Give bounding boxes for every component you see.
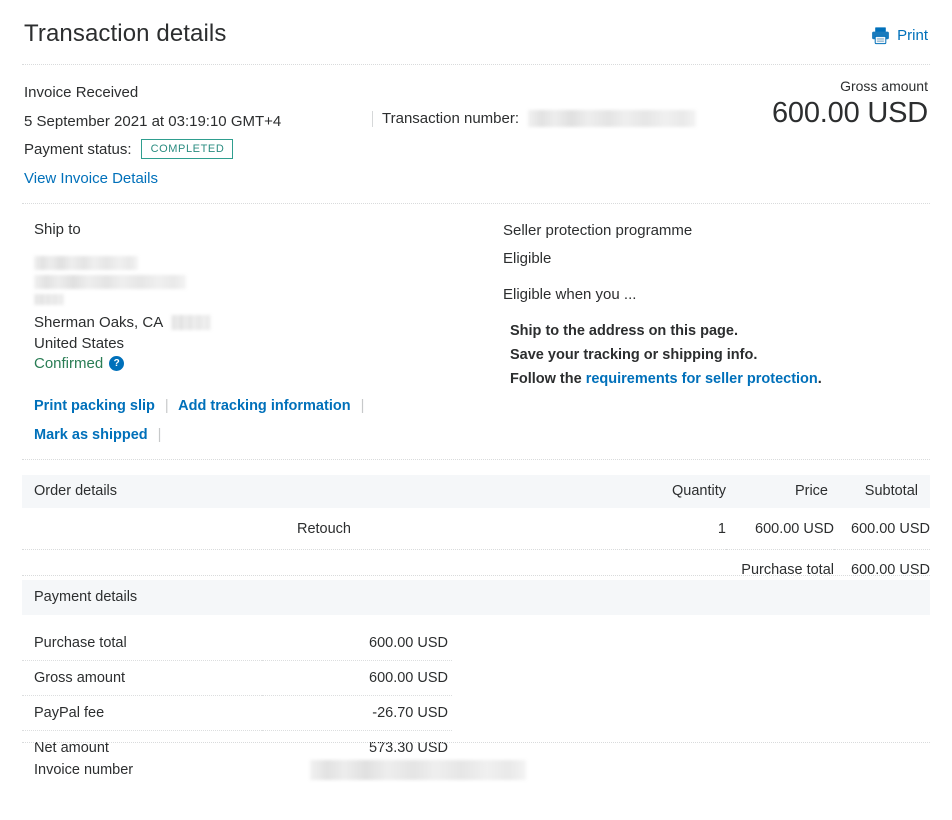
table-row: PayPal fee -26.70 USD [22, 696, 452, 731]
payment-row-label: Purchase total [22, 621, 262, 661]
shipping-actions-row-2: Mark as shipped | [34, 421, 464, 450]
view-invoice-details-link[interactable]: View Invoice Details [24, 170, 158, 187]
divider-columns [22, 459, 930, 460]
street-address-redacted [34, 275, 186, 289]
transaction-details-page: Transaction details Print Invoice Receiv… [0, 0, 952, 820]
column-header-price: Price [726, 475, 834, 508]
invoice-number-section: Invoice number [34, 760, 930, 780]
address-confirmed-row: Confirmed ? [34, 355, 464, 372]
requirement-prefix: Follow the [510, 371, 586, 387]
payment-row-value: 600.00 USD [262, 621, 452, 661]
invoice-number-label: Invoice number [34, 762, 133, 778]
page-title: Transaction details [24, 20, 226, 48]
recipient-name-redacted [34, 256, 138, 270]
address-city-state: Sherman Oaks, CA [34, 312, 163, 333]
order-item-name: Retouch [22, 508, 626, 550]
action-separator: | [152, 427, 168, 443]
summary-section: Invoice Received 5 September 2021 at 03:… [0, 64, 952, 198]
details-columns: Ship to Sherman Oaks, CA United States C… [0, 207, 952, 459]
printer-icon [871, 26, 890, 45]
order-details-section: Order details Quantity Price Subtotal Re… [22, 475, 930, 589]
question-mark-icon[interactable]: ? [109, 356, 124, 371]
payment-status-row: Payment status: COMPLETED [24, 139, 928, 159]
payment-row-label: PayPal fee [22, 696, 262, 731]
column-header-subtotal: Subtotal [834, 475, 930, 508]
shipping-actions: Print packing slip | Add tracking inform… [34, 392, 464, 450]
page-header: Transaction details Print [0, 0, 952, 65]
table-header-row: Order details Quantity Price Subtotal [22, 475, 930, 508]
action-separator: | [159, 398, 175, 414]
print-packing-slip-link[interactable]: Print packing slip [34, 398, 155, 414]
divider-order [22, 575, 930, 576]
status-badge: COMPLETED [141, 139, 234, 159]
divider-payment [22, 742, 930, 743]
shipping-actions-row-1: Print packing slip | Add tracking inform… [34, 392, 464, 421]
order-item-price: 600.00 USD [726, 508, 834, 550]
mark-as-shipped-link[interactable]: Mark as shipped [34, 427, 148, 443]
order-details-title: Order details [22, 475, 626, 508]
requirement-item: Save your tracking or shipping info. [510, 343, 923, 367]
payment-row-label: Gross amount [22, 661, 262, 696]
print-button[interactable]: Print [871, 26, 928, 45]
print-label: Print [897, 27, 928, 44]
address-city-state-row: Sherman Oaks, CA [34, 312, 464, 333]
transaction-number-block: Transaction number: [372, 110, 696, 127]
payment-row-value: -26.70 USD [262, 696, 452, 731]
payment-details-section: Payment details Purchase total 600.00 US… [22, 580, 930, 765]
payment-details-table: Purchase total 600.00 USD Gross amount 6… [22, 621, 452, 765]
requirement-suffix: . [818, 371, 822, 387]
vertical-divider [372, 111, 373, 127]
seller-protection-requirements-link[interactable]: requirements for seller protection [586, 371, 818, 387]
seller-protection-heading: Seller protection programme [503, 221, 923, 241]
transaction-number-value-redacted [528, 110, 696, 127]
transaction-number-label: Transaction number: [382, 110, 519, 127]
seller-protection-column: Seller protection programme Eligible Eli… [503, 221, 923, 391]
ship-to-column: Ship to Sherman Oaks, CA United States C… [34, 221, 464, 450]
order-item-quantity: 1 [626, 508, 726, 550]
add-tracking-information-link[interactable]: Add tracking information [178, 398, 350, 414]
address-extra-redacted [34, 294, 64, 305]
gross-amount-value: 600.00 USD [772, 97, 928, 130]
requirement-item: Follow the requirements for seller prote… [510, 367, 923, 391]
invoice-number-value-redacted [310, 760, 526, 780]
order-details-table: Order details Quantity Price Subtotal Re… [22, 475, 930, 589]
seller-protection-requirements: Ship to the address on this page. Save y… [503, 319, 923, 391]
gross-amount-label: Gross amount [772, 78, 928, 94]
seller-protection-eligible-when: Eligible when you ... [503, 277, 923, 313]
ship-to-heading: Ship to [34, 221, 464, 238]
divider-summary [22, 203, 930, 204]
table-row: Retouch 1 600.00 USD 600.00 USD [22, 508, 930, 550]
action-separator: | [355, 398, 371, 414]
order-item-subtotal: 600.00 USD [834, 508, 930, 550]
postal-code-redacted [171, 315, 211, 330]
table-row: Gross amount 600.00 USD [22, 661, 452, 696]
address-redacted-block [34, 256, 464, 305]
address-confirmed-label: Confirmed [34, 355, 103, 372]
payment-details-title: Payment details [22, 580, 930, 615]
address-country: United States [34, 333, 464, 354]
payment-row-value: 600.00 USD [262, 661, 452, 696]
gross-amount-block: Gross amount 600.00 USD [772, 78, 928, 130]
requirement-item: Ship to the address on this page. [510, 319, 923, 343]
seller-protection-status: Eligible [503, 241, 923, 277]
table-row: Purchase total 600.00 USD [22, 621, 452, 661]
payment-status-label: Payment status: [24, 141, 132, 158]
column-header-quantity: Quantity [626, 475, 726, 508]
